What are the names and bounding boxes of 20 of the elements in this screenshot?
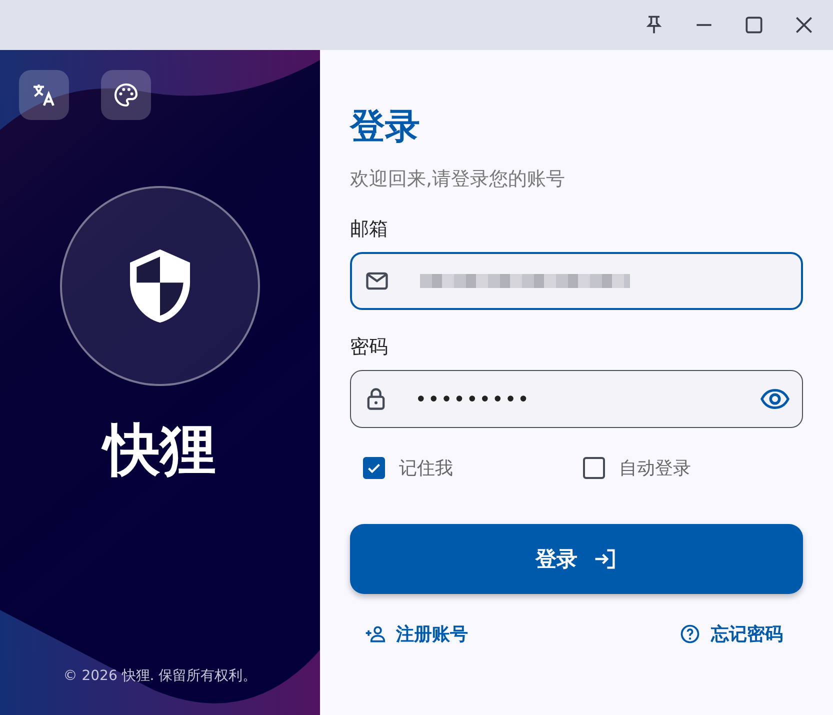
field-value: ••••••••• — [415, 387, 530, 411]
add-person-icon — [364, 623, 386, 645]
translate-button[interactable] — [19, 70, 69, 120]
field-label: 邮箱 — [350, 217, 389, 242]
palette-icon — [112, 81, 140, 109]
form-title: 登录 — [350, 106, 421, 149]
checkbox-label: 自动登录 — [619, 457, 691, 480]
help-icon — [679, 623, 701, 645]
field-label: 密码 — [350, 335, 389, 360]
checkbox-label: 记住我 — [399, 457, 453, 480]
checkbox[interactable] — [583, 457, 605, 479]
link[interactable]: 忘记密码 — [679, 622, 783, 646]
email-field[interactable] — [350, 252, 803, 310]
copyright-text: © 2026 快狸. 保留所有权利。 — [63, 667, 257, 685]
password-field[interactable]: ••••••••• — [350, 370, 803, 428]
login-button[interactable]: 登录 — [350, 524, 803, 594]
link[interactable]: 注册账号 — [364, 622, 468, 646]
form-subtitle: 欢迎回来,请登录您的账号 — [350, 167, 566, 192]
checkbox[interactable] — [363, 457, 385, 479]
palette-button[interactable] — [101, 70, 151, 120]
